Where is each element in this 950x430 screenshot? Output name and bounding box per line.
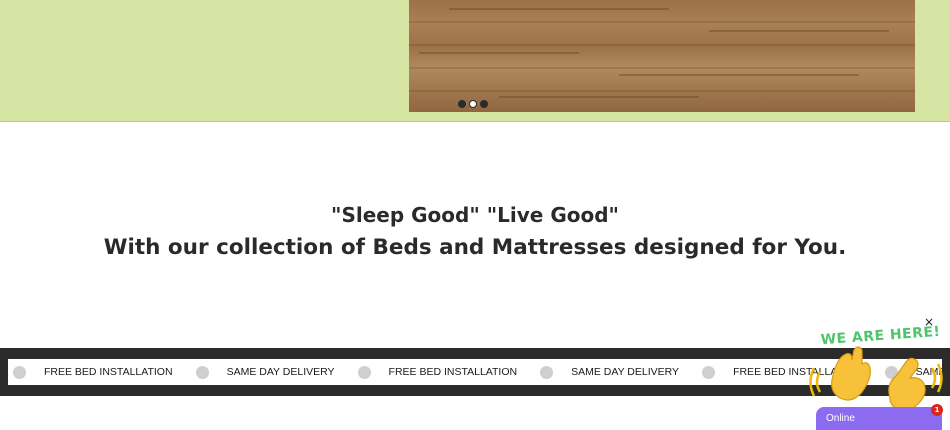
bullet-icon <box>702 365 716 379</box>
bullet-icon <box>540 365 554 379</box>
tagline-subheading: With our collection of Beds and Mattress… <box>103 235 847 260</box>
carousel-dot[interactable] <box>458 100 466 108</box>
carousel-dot[interactable] <box>480 100 488 108</box>
bullet-icon <box>357 365 371 379</box>
tagline: "Sleep Good" "Live Good" With our collec… <box>0 200 950 266</box>
tagline-heading: "Sleep Good" "Live Good" <box>331 203 619 227</box>
carousel-dot-active[interactable] <box>469 100 477 108</box>
close-icon[interactable]: × <box>923 315 935 329</box>
chat-status-bar[interactable]: Online <box>816 407 942 430</box>
marquee-item: FREE BED INSTALLATION <box>8 365 191 379</box>
hero-slide-image[interactable] <box>409 0 915 112</box>
bullet-icon <box>13 365 26 379</box>
marquee-item-label: FREE BED INSTALLATION <box>44 366 173 378</box>
marquee-item-label: SAME DAY DELIVERY <box>226 366 335 378</box>
chat-status-label: Online <box>826 413 855 424</box>
marquee-item-label: SAME DAY DELIVERY <box>571 366 680 378</box>
marquee-item: FREE BED INSTALLATION <box>353 365 536 379</box>
marquee-item: SAME DAY DELIVERY <box>535 365 697 379</box>
carousel-dots <box>458 100 488 108</box>
hero-banner <box>0 0 950 122</box>
marquee-item-label: FREE BED INSTALLATION <box>388 366 518 378</box>
marquee-track: FREE BED INSTALLATION SAME DAY DELIVERY … <box>8 359 942 385</box>
marquee-item: SAME DAY DELIVERY <box>191 365 353 379</box>
bullet-icon <box>195 365 209 379</box>
notification-badge: 1 <box>931 404 943 416</box>
